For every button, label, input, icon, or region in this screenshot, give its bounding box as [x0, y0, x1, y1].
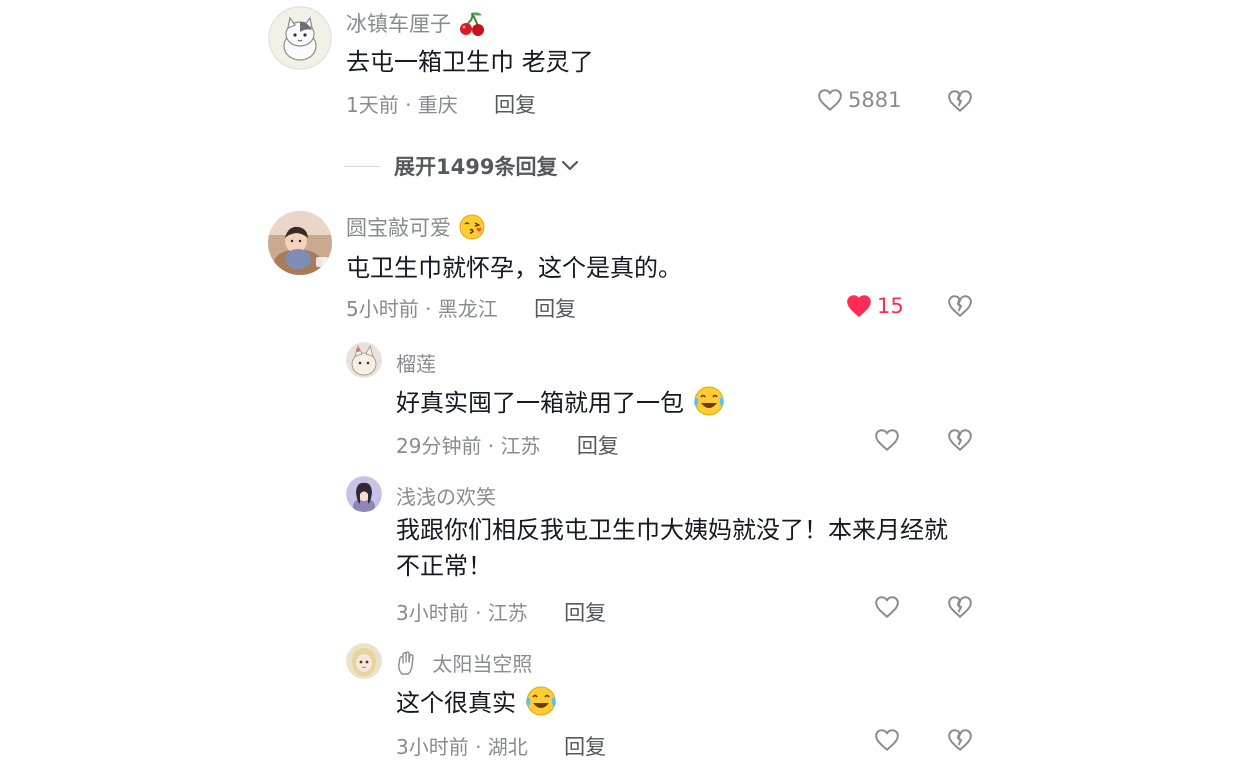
comment-username[interactable]: 冰镇车厘子	[346, 8, 486, 38]
reply-button[interactable]: 回复	[494, 93, 536, 117]
reply-button[interactable]: 回复	[564, 601, 606, 625]
heart-icon	[875, 429, 899, 451]
reply-button[interactable]: 回复	[577, 434, 619, 458]
reply-meta: 3小时前 · 湖北 回复	[396, 731, 606, 761]
avatar[interactable]	[268, 6, 332, 70]
heart-filled-icon	[847, 295, 871, 317]
comment-time-location: 5小时前 · 黑龙江	[346, 297, 498, 321]
reply-time-location: 3小时前 · 湖北	[396, 735, 528, 759]
avatar[interactable]	[268, 211, 332, 275]
dislike-button[interactable]	[947, 428, 973, 456]
broken-heart-icon	[948, 729, 972, 751]
reply-text: 好真实囤了一箱就用了一包	[396, 383, 726, 418]
reply-time-location: 29分钟前 · 江苏	[396, 434, 541, 458]
dislike-button[interactable]	[947, 728, 973, 756]
cherry-emoji	[459, 12, 484, 36]
reply-username[interactable]: 浅浅の欢笑	[396, 481, 496, 510]
reply-button[interactable]: 回复	[564, 735, 606, 759]
like-count: 15	[877, 294, 904, 318]
comment-username[interactable]: 圆宝敲可爱	[346, 212, 486, 242]
heart-icon	[818, 89, 842, 111]
dislike-button[interactable]	[947, 89, 973, 117]
broken-heart-icon	[948, 596, 972, 618]
reply-meta: 3小时前 · 江苏 回复	[396, 597, 606, 627]
reply-username[interactable]: 榴莲	[396, 348, 436, 377]
crying-laughing-emoji	[525, 686, 556, 716]
reply-time-location: 3小时前 · 江苏	[396, 601, 528, 625]
kiss-emoji	[459, 214, 485, 240]
like-count: 5881	[848, 88, 902, 112]
comment-time-location: 1天前 · 重庆	[346, 93, 458, 117]
reply-button[interactable]: 回复	[534, 297, 576, 321]
comment-meta: 5小时前 · 黑龙江 回复	[346, 293, 576, 323]
expand-replies-button[interactable]: 展开1499条回复	[344, 151, 579, 181]
like-button[interactable]	[874, 595, 900, 623]
heart-icon	[875, 729, 899, 751]
like-button[interactable]	[874, 428, 900, 456]
broken-heart-icon	[948, 90, 972, 112]
reply-text: 这个很真实	[396, 683, 558, 718]
avatar[interactable]	[346, 476, 382, 512]
chevron-down-icon	[562, 160, 579, 171]
like-button[interactable]	[874, 728, 900, 756]
expand-replies-label: 展开1499条回复	[394, 155, 558, 179]
comment-meta: 1天前 · 重庆 回复	[346, 89, 536, 119]
comment-text: 去屯一箱卫生巾 老灵了	[346, 48, 594, 76]
comment-text: 屯卫生巾就怀孕，这个是真的。	[346, 254, 682, 282]
heart-icon	[875, 596, 899, 618]
avatar[interactable]	[346, 643, 382, 679]
avatar[interactable]	[346, 342, 382, 378]
like-button[interactable]: 15	[846, 294, 904, 318]
crying-laughing-emoji	[693, 386, 724, 416]
expand-divider	[344, 165, 380, 167]
like-button[interactable]: 5881	[817, 88, 901, 112]
reply-text: 我跟你们相反我屯卫生巾大姨妈就没了！本来月经就不正常！	[396, 516, 948, 580]
reply-username[interactable]: 太阳当空照	[396, 648, 532, 677]
broken-heart-icon	[948, 295, 972, 317]
reply-meta: 29分钟前 · 江苏 回复	[396, 430, 619, 460]
dislike-button[interactable]	[947, 294, 973, 322]
dislike-button[interactable]	[947, 595, 973, 623]
broken-heart-icon	[948, 429, 972, 451]
hand-icon	[398, 651, 414, 675]
